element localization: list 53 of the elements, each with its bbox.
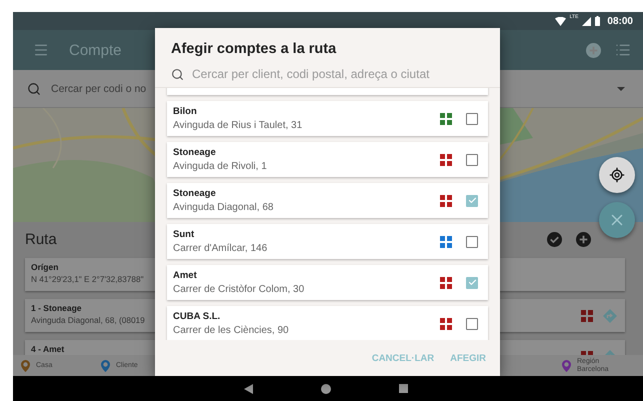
checkbox[interactable] [466,276,478,288]
clock: 08:00 [607,16,633,26]
account-name: CUBA S.L. [173,311,222,322]
toolbar-title: Compte [69,42,122,58]
stop-title: 4 - Amet [31,344,64,354]
signal-icon [582,16,592,26]
account-card[interactable]: Stoneage Avinguda Diagonal, 68 [167,183,488,218]
add-icon[interactable] [576,232,591,246]
account-address: Avinguda Diagonal, 68 [173,202,274,213]
account-name: Bilon [173,106,198,117]
checkbox[interactable] [466,194,478,206]
search-icon [27,82,41,96]
search-icon [171,68,184,80]
account-name: Stoneage [173,188,217,199]
account-address: Avinguda de Rius i Taulet, 31 [173,120,302,131]
search-field[interactable]: Cercar per codi o no [51,82,161,94]
stop-address: N 41°29'23,1" E 2°7'32,83788" [31,274,144,284]
locate-icon [609,167,625,183]
check-icon [468,196,476,205]
account-card[interactable]: Bilon Avinguda de Rius i Taulet, 31 [167,101,488,136]
account-address: Avinguda de Rivoli, 1 [173,161,267,172]
section-title: Ruta [25,230,57,248]
account-address: Carrer d'Amílcar, 146 [173,243,268,254]
search-field[interactable]: Cercar per client, codi postal, adreça o ciutat [192,67,484,81]
stop-title: 1 - Stoneage [31,303,83,313]
checkbox[interactable] [466,112,478,124]
account-card[interactable]: Amet Carrer de Cristòfor Colom, 30 [167,265,488,300]
dialog-title: Afegir comptes a la ruta [170,40,338,59]
account-name: Sunt [173,229,196,240]
stop-title: Orígen [31,262,60,272]
account-address: Carrer de les Ciències, 90 [173,325,289,336]
stop-address: Avinguda Diagonal, 68, (08019 [31,315,145,325]
home-icon[interactable] [321,384,331,394]
add-icon[interactable] [586,42,601,58]
account-card[interactable]: Sunt Carrer d'Amílcar, 146 [167,224,488,259]
close-button[interactable] [599,202,635,238]
checkbox[interactable] [466,318,478,330]
account-address: Carrer de Cristòfor Colom, 30 [173,284,304,295]
back-icon[interactable] [244,384,253,394]
check-circle-icon[interactable] [547,232,562,246]
account-name: Amet [173,270,198,281]
dropdown-icon[interactable] [617,86,625,90]
checkbox[interactable] [466,236,478,248]
grid-icon [581,310,593,322]
checkbox[interactable] [466,154,478,166]
account-card[interactable]: CUBA S.L. Carrer de les Ciències, 90 [167,306,488,340]
list-icon[interactable] [615,42,631,58]
battery-icon [595,16,600,26]
account-name: Stoneage [173,147,217,158]
account-card[interactable]: Stoneage Avinguda de Rivoli, 1 [167,142,488,177]
check-icon [468,278,476,287]
menu-icon[interactable] [33,42,49,58]
wifi-icon [554,16,566,26]
